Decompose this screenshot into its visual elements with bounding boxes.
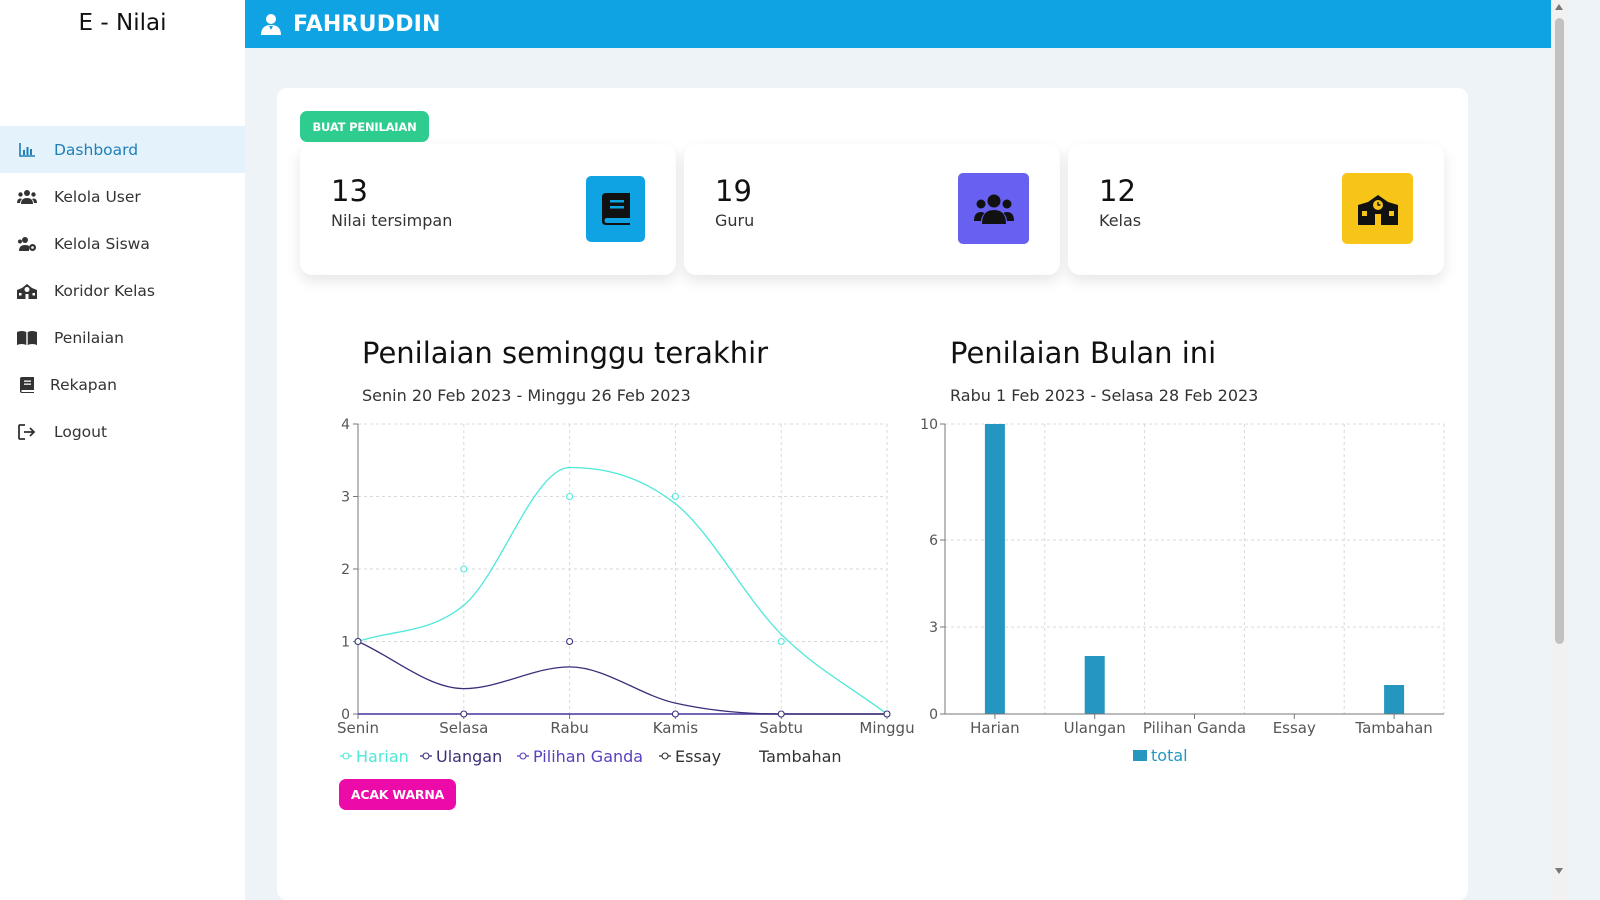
data-point — [460, 710, 468, 718]
data-point — [777, 637, 785, 646]
legend-item-essay: Essay — [659, 747, 721, 766]
legend-swatch — [1133, 750, 1147, 761]
bar-harian — [984, 424, 1005, 714]
y-tick-label: 0 — [929, 707, 938, 723]
legend-marker — [519, 752, 527, 760]
legend-item-total: total — [1133, 746, 1188, 765]
y-tick-label: 4 — [341, 417, 350, 433]
legend-marker — [422, 752, 430, 760]
weekly-line-chart: 0 1 2 3 4 Senin Selasa Rabu Kamis Sabtu Minggu Hari… — [337, 417, 1445, 766]
series-line-ulangan — [357, 640, 887, 715]
x-tick-label: Sabtu — [759, 719, 803, 737]
bar-tambahan — [1384, 685, 1405, 714]
legend-label: Pilihan Ganda — [533, 747, 643, 766]
x-tick-label: Tambahan — [1354, 719, 1432, 737]
data-point — [460, 565, 468, 573]
legend-label: Tambahan — [758, 747, 842, 766]
y-tick-label: 1 — [341, 635, 350, 651]
x-tick-label: Kamis — [653, 719, 699, 737]
x-tick-label: Rabu — [550, 719, 588, 737]
y-tick-label: 3 — [929, 620, 938, 636]
legend-item-ulangan: Ulangan — [420, 747, 502, 766]
legend-item-pilihan-ganda: Pilihan Ganda — [517, 747, 643, 766]
legend-marker — [342, 752, 350, 760]
x-tick-label: Minggu — [859, 719, 914, 737]
series-line-harian — [357, 466, 888, 715]
data-point — [777, 710, 785, 718]
legend-label: Harian — [356, 747, 409, 766]
x-tick-label: Selasa — [439, 719, 488, 737]
acak-warna-button[interactable]: ACAK WARNA — [339, 779, 456, 810]
x-tick-label: Senin — [337, 719, 379, 737]
y-tick-label: 2 — [341, 562, 350, 578]
x-tick-label: Essay — [1273, 719, 1316, 737]
monthly-bar-chart: 0 3 6 10 Harian Ulangan Pilihan Ganda Essay Tamb… — [920, 417, 1445, 765]
y-tick-label: 3 — [341, 490, 350, 506]
data-point — [671, 492, 679, 501]
legend-marker — [661, 752, 669, 760]
legend-label: Ulangan — [436, 747, 502, 766]
x-tick-label: Pilihan Ganda — [1143, 719, 1246, 737]
legend-item-harian: Harian — [340, 747, 409, 766]
bar-ulangan — [1084, 656, 1105, 714]
data-point — [354, 637, 362, 646]
x-tick-label: Harian — [970, 719, 1020, 737]
legend-label: Essay — [675, 747, 721, 766]
legend-label: total — [1151, 746, 1188, 765]
data-point — [883, 710, 891, 718]
x-tick-label: Ulangan — [1064, 719, 1126, 737]
y-tick-label: 6 — [929, 533, 938, 549]
data-point — [566, 492, 574, 501]
data-point — [671, 710, 679, 718]
weekly-line-chart-plot: 01234Senin Selasa Rabu Kamis Sabtu MingguHari… — [337, 417, 915, 766]
data-point — [566, 637, 574, 646]
legend-item-tambahan: Tambahan — [758, 747, 842, 766]
y-tick-label: 10 — [920, 417, 938, 433]
